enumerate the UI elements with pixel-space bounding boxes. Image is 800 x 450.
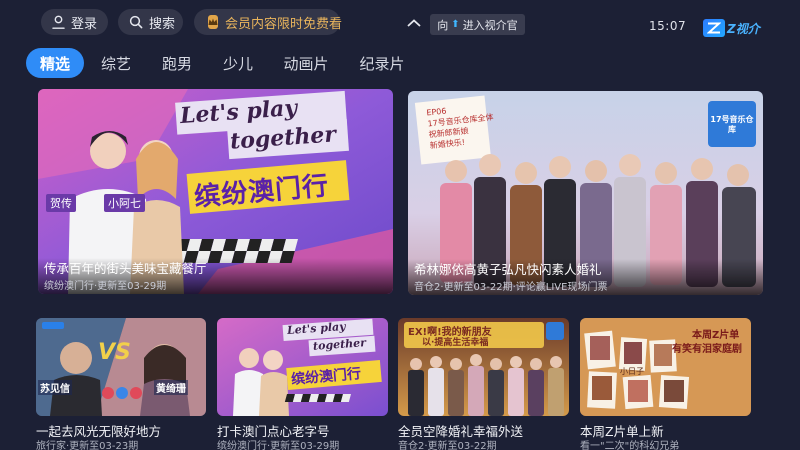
tab-kids[interactable]: 少儿 — [214, 48, 262, 78]
tab-animation[interactable]: 动画片 — [276, 48, 336, 78]
row-card-wedding[interactable]: EX!啊!我的新朋友 以·提高生活幸福 — [398, 318, 569, 416]
tab-label: 跑男 — [161, 54, 192, 73]
clock: 15:07 — [649, 19, 687, 33]
tab-label: 纪录片 — [359, 54, 405, 73]
poster-tag-left: 贺传 — [46, 194, 76, 212]
row-card-weekly-list[interactable]: 本周Z片单 有笑有泪家庭剧 小日子 — [580, 318, 751, 416]
tab-variety[interactable]: 综艺 — [92, 48, 140, 78]
row-card-subtitle: 旅行家·更新至03-23期 — [36, 441, 139, 450]
poster-line-1: 本周Z片单 — [692, 330, 740, 341]
tab-featured[interactable]: 精选 — [26, 48, 84, 78]
login-button[interactable]: 登录 — [41, 9, 108, 35]
logo-mark-icon — [703, 19, 725, 37]
row-card-subtitle: 缤纷澳门行·更新至03-29期 — [217, 441, 340, 450]
login-label: 登录 — [71, 16, 98, 32]
row-card-macau-dimsum[interactable]: Let's play together 缤纷澳门行 — [217, 318, 388, 416]
card-title: 希林娜依高黄子弘凡快闪素人婚礼 — [414, 262, 602, 277]
card-caption: 传承百年的街头美味宝藏餐厅 缤纷澳门行·更新至03-29期 — [38, 258, 393, 294]
tab-label: 精选 — [39, 54, 70, 73]
card-subtitle: 缤纷澳门行·更新至03-29期 — [44, 281, 167, 292]
chevron-up-icon[interactable] — [404, 14, 424, 32]
poster-brand: 17号音乐仓库 — [710, 115, 754, 134]
arrow-up-icon: ⬆ — [451, 19, 460, 30]
app-logo: Z视介 — [703, 18, 760, 38]
logo-text: Z视介 — [727, 21, 760, 36]
user-icon — [52, 15, 65, 29]
card-subtitle: 音仓2·更新至03-22期·评论赢LIVE现场门票 — [414, 282, 608, 293]
row-card-travel[interactable]: VS 苏见信 黄绮珊 — [36, 318, 206, 416]
vip-label: 会员内容限时免费看 — [225, 16, 343, 32]
vip-free-button[interactable]: 会员内容限时免费看 — [194, 9, 343, 35]
poster-name-right: 黄绮珊 — [154, 380, 188, 395]
featured-card-music-warehouse[interactable]: EP06 17号音乐仓库全体 祝新郎新娘 新婚快乐! 17号音乐仓库 希林娜依高… — [408, 91, 763, 295]
poster-line-3: 小日子 — [620, 367, 644, 376]
featured-card-macau[interactable]: Let's play together 缤纷澳门行 贺传 小阿七 传承百年的街头… — [38, 89, 393, 294]
tab-label: 动画片 — [283, 54, 329, 73]
row-card-subtitle: 音仓2·更新至03-22期 — [398, 441, 497, 450]
category-tabs: 精选 综艺 跑男 少儿 动画片 纪录片 — [0, 48, 800, 78]
poster-note: EP06 17号音乐仓库全体 祝新郎新娘 新婚快乐! — [426, 101, 496, 152]
tab-documentary[interactable]: 纪录片 — [352, 48, 412, 78]
poster-vs: VS — [98, 340, 131, 365]
poster-line-2: 有笑有泪家庭剧 — [672, 344, 742, 355]
search-icon — [129, 15, 143, 29]
card-title: 传承百年的街头美味宝藏餐厅 — [44, 261, 207, 276]
enter-viewer-button[interactable]: 向 ⬆ 进入视介官 — [430, 14, 525, 35]
poster-image — [36, 318, 206, 416]
search-label: 搜索 — [149, 16, 176, 32]
enter-view-label: 进入视介官 — [462, 18, 518, 32]
crown-icon — [208, 15, 218, 29]
card-caption: 希林娜依高黄子弘凡快闪素人婚礼 音仓2·更新至03-22期·评论赢LIVE现场门… — [408, 259, 763, 295]
poster-banner-2: 以·提高生活幸福 — [422, 338, 489, 348]
tab-running-man[interactable]: 跑男 — [153, 48, 201, 78]
row-card-subtitle: 看一"二次"的科幻兄弟 — [580, 441, 680, 450]
search-button[interactable]: 搜索 — [118, 9, 183, 35]
tab-label: 少儿 — [222, 54, 253, 73]
poster-name-left: 苏见信 — [38, 380, 72, 395]
poster-tag-right: 小阿七 — [104, 194, 145, 212]
enter-view-prefix: 向 — [437, 18, 449, 32]
tab-label: 综艺 — [100, 54, 131, 73]
